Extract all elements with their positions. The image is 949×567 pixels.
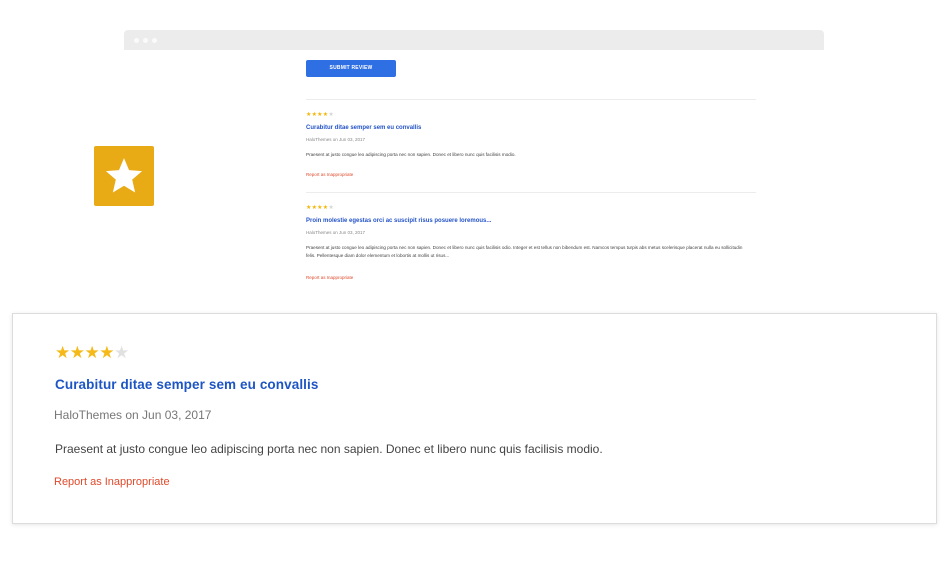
divider bbox=[306, 99, 756, 100]
rating-stars: ★★★★★ bbox=[55, 343, 129, 362]
star-icon bbox=[105, 158, 143, 193]
report-link[interactable]: Report as Inappropriate bbox=[54, 476, 170, 488]
review-item: ★★★★★ Curabitur ditae semper sem eu conv… bbox=[306, 112, 756, 182]
browser-toolbar bbox=[124, 30, 824, 50]
browser-preview: SUBMIT REVIEW ★★★★★ Curabitur ditae semp… bbox=[124, 30, 824, 300]
star-badge bbox=[94, 146, 154, 206]
report-link[interactable]: Report as Inappropriate bbox=[306, 172, 353, 178]
window-dot-icon bbox=[152, 38, 157, 43]
review-title[interactable]: Proin molestie egestas orci ac suscipit … bbox=[306, 217, 756, 225]
review-item: ★★★★★ Proin molestie egestas orci ac sus… bbox=[306, 205, 756, 285]
review-highlight-card: ★★★★★ Curabitur ditae semper sem eu conv… bbox=[12, 313, 937, 524]
divider bbox=[306, 192, 756, 193]
submit-review-button[interactable]: SUBMIT REVIEW bbox=[306, 60, 396, 77]
rating-stars: ★★★★★ bbox=[306, 205, 334, 211]
review-author: HaloThemes on Jun 03, 2017 bbox=[306, 137, 366, 142]
review-body: Praesent at justo congue leo adipiscing … bbox=[306, 245, 743, 258]
review-body: Praesent at justo congue leo adipiscing … bbox=[306, 152, 516, 157]
window-dot-icon bbox=[134, 38, 139, 43]
review-title[interactable]: Curabitur ditae semper sem eu convallis bbox=[55, 377, 319, 392]
review-body: Praesent at justo congue leo adipiscing … bbox=[55, 442, 603, 456]
window-dot-icon bbox=[143, 38, 148, 43]
report-link[interactable]: Report as Inappropriate bbox=[306, 275, 353, 281]
rating-stars: ★★★★★ bbox=[306, 112, 334, 118]
review-title[interactable]: Curabitur ditae semper sem eu convallis bbox=[306, 124, 756, 132]
review-author: HaloThemes on Jun 03, 2017 bbox=[306, 230, 366, 235]
review-author: HaloThemes on Jun 03, 2017 bbox=[54, 408, 212, 422]
